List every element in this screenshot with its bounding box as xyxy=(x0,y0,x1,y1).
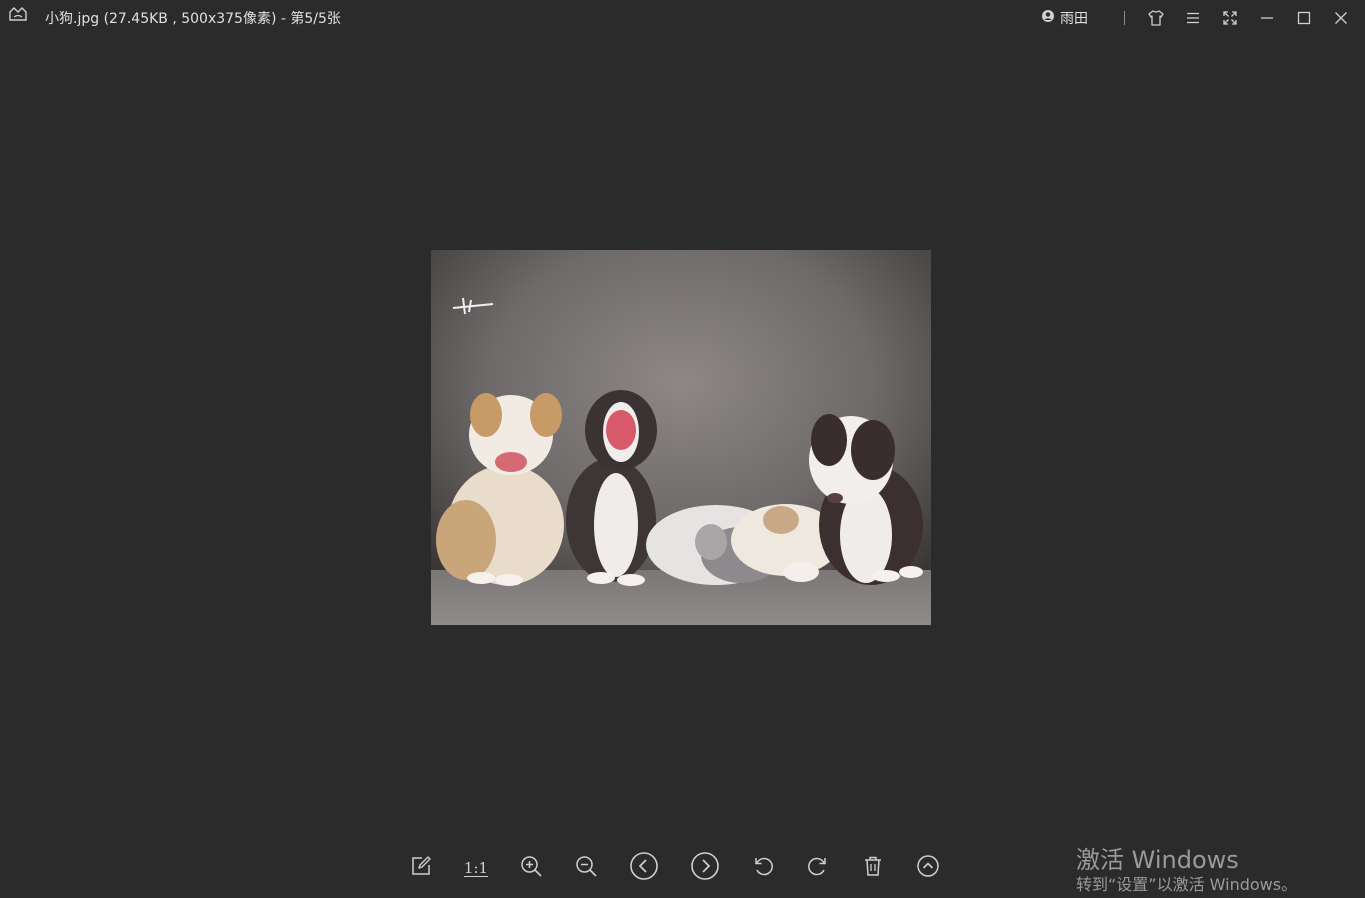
puppies-image xyxy=(431,250,931,625)
activation-title: 激活 Windows xyxy=(1076,846,1239,874)
edit-icon xyxy=(410,855,432,881)
zoom-in-icon xyxy=(519,854,543,882)
next-button[interactable] xyxy=(689,852,721,884)
previous-icon xyxy=(629,851,659,885)
actual-size-label: 1:1 xyxy=(463,859,489,877)
rotate-left-icon xyxy=(752,855,774,881)
user-name: 雨田 xyxy=(1060,11,1088,27)
image-viewer-window: 小狗.jpg (27.45KB , 500x375像素) - 第5/5张 雨田 xyxy=(0,0,1365,898)
minimize-button[interactable] xyxy=(1256,7,1278,29)
rotate-right-icon xyxy=(807,855,829,881)
app-logo-icon[interactable] xyxy=(8,5,28,23)
fullscreen-icon xyxy=(1222,10,1238,26)
zoom-out-button[interactable] xyxy=(570,852,602,884)
collapse-up-button[interactable] xyxy=(912,852,944,884)
edit-button[interactable] xyxy=(405,852,437,884)
activation-subtitle: 转到“设置”以激活 Windows。 xyxy=(1076,875,1298,894)
title-separator xyxy=(1124,11,1125,25)
fullscreen-button[interactable] xyxy=(1219,7,1241,29)
rotate-left-button[interactable] xyxy=(747,852,779,884)
window-title: 小狗.jpg (27.45KB , 500x375像素) - 第5/5张 xyxy=(45,11,341,27)
maximize-icon xyxy=(1296,10,1312,26)
skin-button[interactable] xyxy=(1145,7,1167,29)
menu-icon xyxy=(1185,10,1201,26)
zoom-in-button[interactable] xyxy=(515,852,547,884)
collapse-up-icon xyxy=(916,854,940,882)
minimize-icon xyxy=(1259,10,1275,26)
actual-size-button[interactable]: 1:1 xyxy=(460,852,492,884)
menu-button[interactable] xyxy=(1182,7,1204,29)
activation-watermark: 激活 Windows 转到“设置”以激活 Windows。 xyxy=(1076,845,1297,895)
delete-icon xyxy=(862,855,884,881)
next-icon xyxy=(690,851,720,885)
zoom-out-icon xyxy=(574,854,598,882)
maximize-button[interactable] xyxy=(1293,7,1315,29)
skin-shirt-icon xyxy=(1147,9,1165,27)
displayed-photo[interactable] xyxy=(431,250,931,625)
user-account[interactable]: 雨田 xyxy=(1040,6,1088,30)
title-bar: 小狗.jpg (27.45KB , 500x375像素) - 第5/5张 雨田 xyxy=(0,0,1365,36)
user-badge-icon xyxy=(1040,8,1056,28)
close-button[interactable] xyxy=(1330,7,1352,29)
previous-button[interactable] xyxy=(628,852,660,884)
rotate-right-button[interactable] xyxy=(802,852,834,884)
close-icon xyxy=(1333,10,1349,26)
delete-button[interactable] xyxy=(857,852,889,884)
